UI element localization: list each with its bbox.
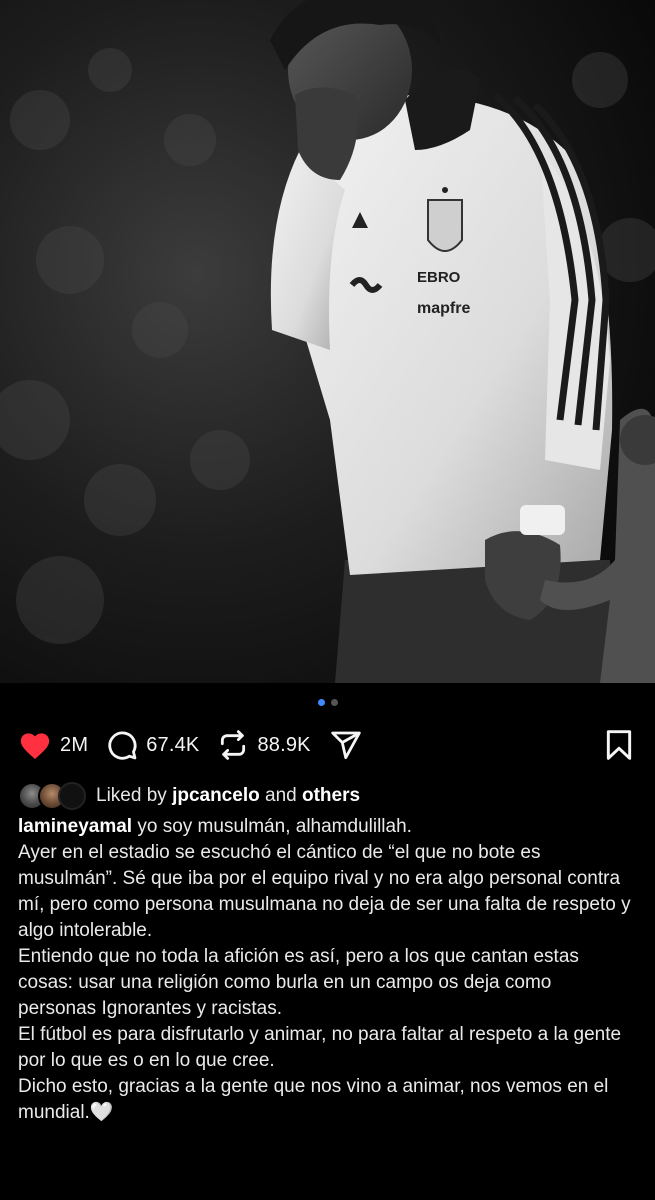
- comment-icon: [108, 731, 137, 760]
- sponsor-mapfre: mapfre: [417, 300, 470, 317]
- like-count: 2M: [60, 733, 89, 756]
- caption-paragraph: Dicho esto, gracias a la gente que nos v…: [18, 1076, 609, 1123]
- avatar: [58, 782, 86, 810]
- heart-icon: [20, 733, 50, 760]
- liked-by-others[interactable]: others: [302, 785, 360, 807]
- caption-first-line: lamineyamal yo soy musulmán, alhamdulill…: [18, 814, 633, 840]
- comment-button[interactable]: 67.4K: [106, 729, 199, 761]
- caption-paragraph: Ayer en el estadio se escuchó el cántico…: [18, 842, 631, 941]
- caption-paragraph: El fútbol es para disfrutarlo y animar, …: [18, 1024, 622, 1071]
- post-photo[interactable]: EBRO mapfre: [0, 0, 655, 683]
- liked-by-prefix: Liked by: [96, 785, 167, 806]
- repost-button[interactable]: 88.9K: [217, 729, 311, 761]
- action-bar: 2M 67.4K 88.9K: [18, 726, 633, 764]
- like-button[interactable]: 2M: [18, 729, 88, 761]
- caption-username[interactable]: lamineyamal: [18, 816, 132, 837]
- carousel-dot-2[interactable]: [330, 699, 338, 706]
- sponsor-ebro: EBRO: [417, 269, 461, 286]
- carousel-dot-1[interactable]: [317, 699, 325, 706]
- save-button[interactable]: [605, 729, 633, 761]
- carousel-indicator: [0, 699, 655, 706]
- bookmark-icon: [606, 730, 632, 760]
- send-icon: [330, 731, 361, 760]
- liked-by-user[interactable]: jpcancelo: [172, 785, 260, 807]
- repost-count: 88.9K: [257, 733, 311, 756]
- liked-by-row[interactable]: Liked by jpcancelo and others: [18, 782, 360, 810]
- caption-paragraph: Entiendo que no toda la afición es así, …: [18, 946, 579, 1019]
- player-photo-illustration: EBRO mapfre: [0, 0, 655, 683]
- share-button[interactable]: [329, 729, 363, 761]
- liked-by-and: and: [265, 785, 297, 806]
- repost-icon: [221, 730, 246, 760]
- caption-first-text: yo soy musulmán, alhamdulillah.: [137, 816, 412, 837]
- liked-by-avatars: [18, 782, 86, 810]
- comment-count: 67.4K: [146, 733, 200, 756]
- post-caption: lamineyamal yo soy musulmán, alhamdulill…: [18, 814, 633, 1126]
